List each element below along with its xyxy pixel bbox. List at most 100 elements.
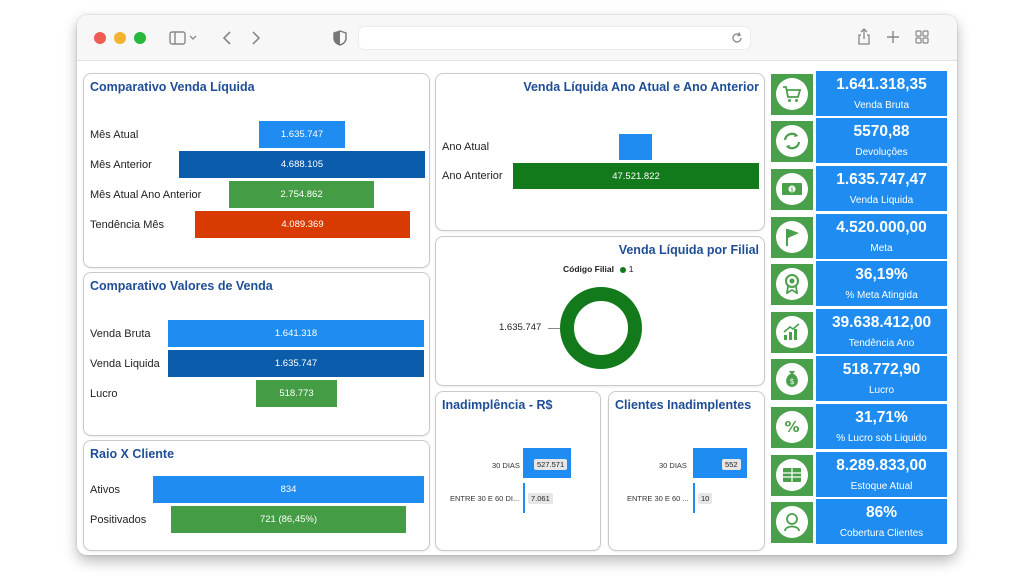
kpi-venda-liquida[interactable]: 1.635.747,47 Venda Liquida: [816, 166, 947, 211]
row-label-30-60: ENTRE 30 E 60 ...: [627, 494, 689, 503]
kpi-venda-bruta[interactable]: 1.641.318,35 Venda Bruta: [816, 71, 947, 116]
shopping-cart-icon: [776, 78, 808, 110]
card-title: Inadimplência - R$: [442, 398, 553, 412]
bar-30-60[interactable]: [523, 483, 525, 513]
sidebar-toggle-icon[interactable]: [169, 30, 197, 50]
bar-30-60[interactable]: [693, 483, 695, 513]
row-label-30-dias: 30 DIAS: [492, 461, 520, 470]
kpi-value: 39.638.412,00: [831, 314, 932, 331]
flag-icon: [776, 221, 808, 253]
percent-icon: %: [776, 411, 808, 443]
bar-venda-liquida[interactable]: 1.635.747: [168, 350, 424, 377]
bar-mes-atual[interactable]: 1.635.747: [259, 121, 345, 148]
kpi-value: 8.289.833,00: [836, 457, 927, 474]
row-label-mes-atual: Mês Atual: [90, 129, 139, 141]
kpi-tendencia-ano[interactable]: 39.638.412,00 Tendência Ano: [816, 309, 947, 354]
card-raio-x-cliente[interactable]: Raio X Cliente Ativos 834 Positivados 72…: [83, 440, 430, 551]
card-title: Comparativo Venda Líquida: [90, 80, 255, 94]
row-label-ativos: Ativos: [90, 484, 120, 496]
tab-overview-icon[interactable]: [915, 30, 929, 48]
legend-item-label[interactable]: 1: [629, 264, 634, 274]
back-icon[interactable]: [221, 30, 233, 50]
kpi-label: Devoluções: [855, 147, 908, 158]
reload-icon[interactable]: [730, 31, 744, 50]
shield-icon[interactable]: [333, 30, 347, 50]
browser-window: Comparativo Venda Líquida Mês Atual 1.63…: [77, 15, 957, 555]
forward-icon[interactable]: [250, 30, 262, 50]
legend-title: Código Filial: [563, 264, 614, 274]
kpi-icon-estoque: [771, 455, 813, 496]
kpi-lucro[interactable]: 518.772,90 Lucro: [816, 356, 947, 401]
kpi-icon-cobertura: [771, 502, 813, 543]
kpi-value: 5570,88: [853, 123, 910, 140]
value-30-dias: 552: [722, 459, 741, 470]
kpi-value: 1.635.747,47: [836, 171, 927, 188]
address-bar[interactable]: [358, 26, 751, 50]
bar-mes-atual-ano-anterior[interactable]: 2.754.862: [229, 181, 374, 208]
bar-ano-atual[interactable]: [619, 134, 652, 160]
row-label-mes-anterior: Mês Anterior: [90, 159, 152, 171]
value-30-60: 7.061: [528, 493, 553, 504]
card-comparativo-venda-liquida[interactable]: Comparativo Venda Líquida Mês Atual 1.63…: [83, 73, 430, 268]
kpi-icon-venda-bruta: [771, 74, 813, 115]
kpi-icon-tendencia-ano: [771, 312, 813, 353]
legend-dot: [620, 266, 627, 273]
leader-line: [548, 328, 560, 329]
new-tab-icon[interactable]: [886, 30, 900, 48]
trend-chart-icon: [776, 316, 808, 348]
kpi-value: 518.772,90: [842, 361, 921, 378]
close-window-button[interactable]: [94, 32, 106, 44]
card-venda-filial[interactable]: Venda Líquida por Filial Código Filial 1…: [435, 236, 765, 386]
kpi-devolucoes[interactable]: 5570,88 Devoluções: [816, 118, 947, 163]
refresh-icon: [776, 125, 808, 157]
bar-tendencia-mes[interactable]: 4.089.369: [195, 211, 410, 238]
card-venda-ano[interactable]: Venda Líquida Ano Atual e Ano Anterior A…: [435, 73, 765, 231]
row-label-venda-bruta: Venda Bruta: [90, 328, 151, 340]
kpi-meta-atingida[interactable]: 36,19% % Meta Atingida: [816, 261, 947, 306]
kpi-icon-meta-atingida: [771, 264, 813, 305]
bar-mes-anterior[interactable]: 4.688.105: [179, 151, 425, 178]
kpi-label: Lucro: [868, 385, 894, 396]
donut-slice-filial-1: [560, 287, 642, 369]
card-inadimplencia[interactable]: Inadimplência - R$ 30 DIAS 527.571 ENTRE…: [435, 391, 601, 551]
kpi-icon-lucro-liquido: %: [771, 407, 813, 448]
kpi-label: Venda Bruta: [853, 100, 910, 111]
minimize-window-button[interactable]: [114, 32, 126, 44]
cash-icon: $: [776, 173, 808, 205]
donut-slice-label: 1.635.747: [499, 322, 542, 333]
screen: Comparativo Venda Líquida Mês Atual 1.63…: [0, 0, 1024, 576]
bar-positivados[interactable]: 721 (86,45%): [171, 506, 406, 533]
kpi-label: Cobertura Clientes: [839, 528, 924, 539]
kpi-icon-venda-liquida: $: [771, 169, 813, 210]
svg-text:$: $: [789, 377, 794, 386]
dashboard: Comparativo Venda Líquida Mês Atual 1.63…: [77, 61, 957, 555]
bar-ano-anterior[interactable]: 47.521.822: [513, 163, 759, 189]
kpi-value: 36,19%: [855, 266, 908, 283]
kpi-label: Venda Liquida: [849, 195, 914, 206]
row-label-tendencia-mes: Tendência Mês: [90, 219, 164, 231]
share-icon[interactable]: [857, 28, 871, 50]
row-label-lucro: Lucro: [90, 388, 118, 400]
bar-lucro[interactable]: 518.773: [256, 380, 337, 407]
bar-venda-bruta[interactable]: 1.641.318: [168, 320, 424, 347]
card-title: Comparativo Valores de Venda: [90, 279, 273, 293]
kpi-lucro-liquido[interactable]: 31,71% % Lucro sob Liquido: [816, 404, 947, 449]
kpi-label: Estoque Atual: [850, 481, 913, 492]
kpi-estoque[interactable]: 8.289.833,00 Estoque Atual: [816, 452, 947, 497]
bar-ativos[interactable]: 834: [153, 476, 424, 503]
kpi-value: 4.520.000,00: [836, 219, 927, 236]
row-label-30-dias: 30 DIAS: [659, 461, 687, 470]
donut-chart[interactable]: [556, 283, 646, 373]
card-title: Raio X Cliente: [90, 447, 175, 461]
kpi-meta[interactable]: 4.520.000,00 Meta: [816, 214, 947, 259]
kpi-icon-devolucoes: [771, 121, 813, 162]
kpi-cobertura[interactable]: 86% Cobertura Clientes: [816, 499, 947, 544]
kpi-label: % Lucro sob Liquido: [836, 433, 927, 444]
card-clientes-inadimplentes[interactable]: Clientes Inadimplentes 30 DIAS 552 ENTRE…: [608, 391, 765, 551]
card-title: Clientes Inadimplentes: [615, 398, 752, 412]
row-label-30-60: ENTRE 30 E 60 DI...: [450, 494, 520, 503]
maximize-window-button[interactable]: [134, 32, 146, 44]
value-30-dias: 527.571: [534, 459, 568, 470]
kpi-label: Meta: [870, 243, 893, 254]
card-comparativo-valores-venda[interactable]: Comparativo Valores de Venda Venda Bruta…: [83, 272, 430, 436]
